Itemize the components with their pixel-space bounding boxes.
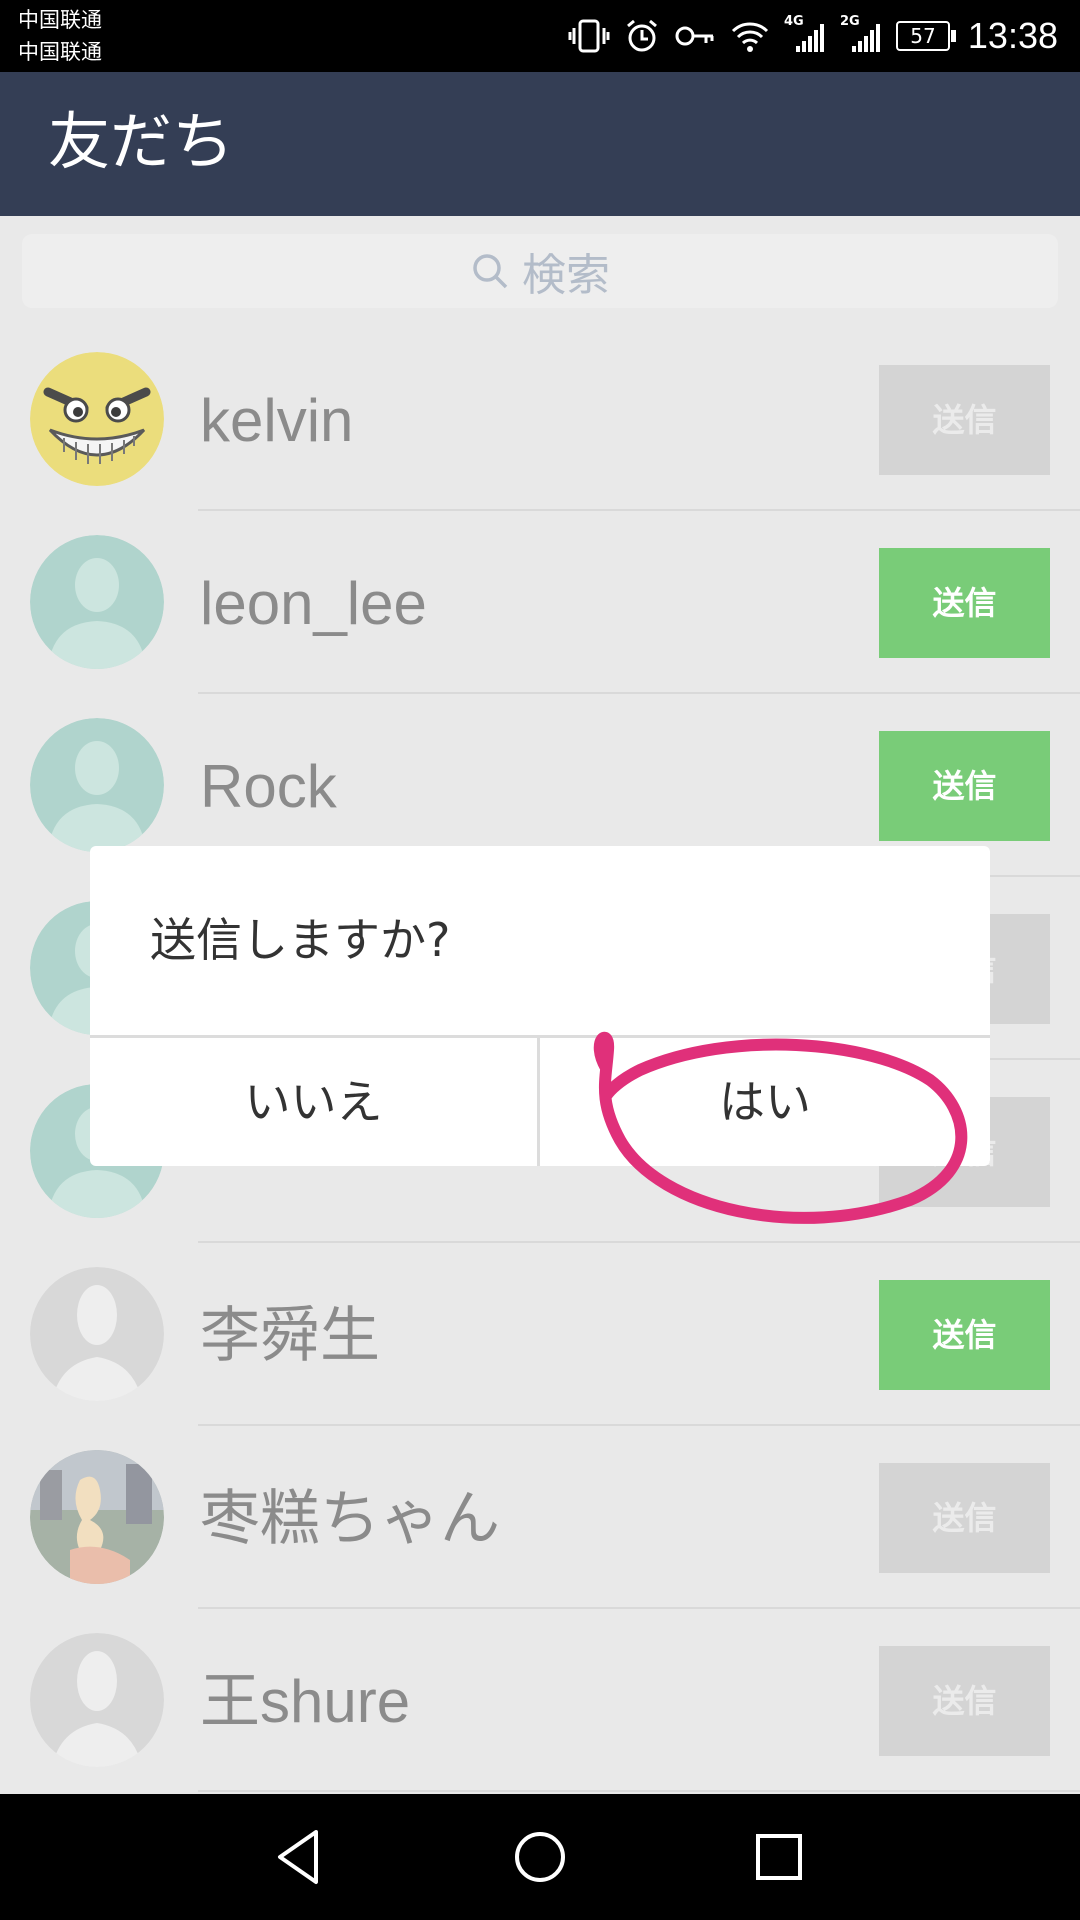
vibrate-icon — [568, 19, 610, 53]
signal-4g-icon: 4G — [784, 14, 826, 54]
confirm-button[interactable]: はい — [540, 1038, 990, 1166]
carrier-label-1: 中国联通 — [18, 8, 102, 32]
status-time: 13:38 — [967, 15, 1058, 56]
cancel-button[interactable]: いいえ — [90, 1038, 537, 1166]
alarm-icon — [627, 19, 657, 52]
page-title: 友だち — [48, 105, 235, 178]
wifi-icon — [731, 22, 769, 52]
key-icon — [675, 26, 714, 46]
status-bar: 中国联通 中国联通 4G 2G 57 13:38 — [0, 0, 1080, 72]
home-icon[interactable] — [507, 1824, 573, 1890]
confirm-dialog: 送信しますか? いいえ はい — [90, 846, 990, 1166]
status-icons: 4G 2G 57 — [568, 14, 956, 58]
signal-2g-icon: 2G — [840, 14, 882, 54]
battery-icon: 57 — [896, 21, 956, 51]
carrier-label-2: 中国联通 — [18, 40, 102, 64]
recents-icon[interactable] — [746, 1824, 812, 1890]
dialog-message: 送信しますか? — [150, 913, 451, 967]
app-bar: 友だち — [0, 72, 1080, 216]
back-icon[interactable] — [266, 1824, 332, 1890]
navigation-bar — [0, 1794, 1080, 1920]
